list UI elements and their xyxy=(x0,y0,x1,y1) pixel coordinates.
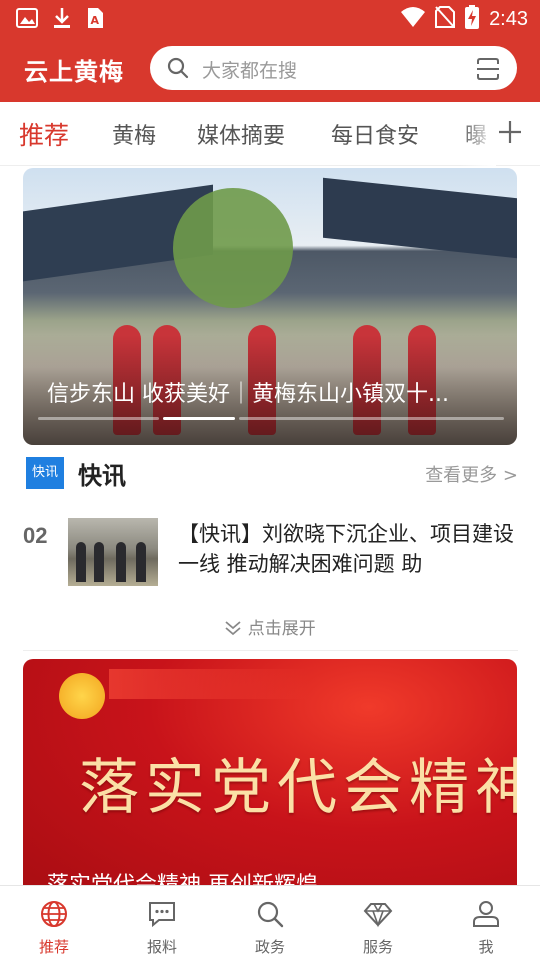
nav-label: 报料 xyxy=(146,938,177,956)
image-icon xyxy=(16,8,38,32)
download-icon xyxy=(52,7,72,33)
news-number: 02 xyxy=(23,523,48,548)
nav-recommend[interactable]: 推荐 xyxy=(0,886,108,960)
tabs-fade xyxy=(460,102,496,166)
no-sim-icon xyxy=(435,6,456,32)
user-icon xyxy=(470,898,502,930)
nav-label: 推荐 xyxy=(38,938,69,956)
svg-text:A: A xyxy=(91,14,100,27)
party-emblem-icon xyxy=(59,673,105,719)
nav-government[interactable]: 政务 xyxy=(216,886,324,960)
flash-news-item[interactable]: 02 【快讯】刘欲晓下沉企业、项目建设一线 推动解决困难问题 助 xyxy=(23,515,518,591)
flag-ribbon xyxy=(109,669,309,699)
tab-media-digest[interactable]: 媒体摘要 xyxy=(197,118,285,150)
party-banner[interactable]: 落实党代会精神 落实党代会精神 再创新辉煌 xyxy=(23,659,517,899)
search-placeholder: 大家都在搜 xyxy=(202,60,298,82)
bottom-navigation: 推荐 报料 政务 服务 我 xyxy=(0,885,540,960)
flash-news-header: 快讯 快讯 查看更多 > xyxy=(26,456,518,490)
expand-label: 点击展开 xyxy=(247,619,316,639)
tab-daily-food-safety[interactable]: 每日食安 xyxy=(331,118,419,150)
pagination-dot-active xyxy=(162,417,235,420)
globe-icon xyxy=(38,898,70,930)
divider xyxy=(23,650,518,651)
search-icon xyxy=(166,56,190,84)
diamond-icon xyxy=(362,898,394,930)
battery-charging-icon xyxy=(465,5,480,33)
app-header: 云上黄梅 大家都在搜 xyxy=(0,36,540,102)
wifi-icon xyxy=(401,6,426,32)
flash-title: 快讯 xyxy=(78,462,126,490)
category-tabs: 推荐 黄梅 媒体摘要 每日食安 曝 xyxy=(0,102,540,166)
pagination-dot xyxy=(38,417,159,420)
expand-button[interactable]: 点击展开 xyxy=(0,614,540,639)
news-thumbnail xyxy=(68,518,158,586)
nav-label: 我 xyxy=(478,938,494,956)
chevron-down-icon xyxy=(224,619,247,639)
search-bar[interactable]: 大家都在搜 xyxy=(150,46,517,90)
nav-report[interactable]: 报料 xyxy=(108,886,216,960)
nav-label: 服务 xyxy=(362,938,393,956)
a-icon: A xyxy=(86,7,104,33)
hero-photo-tree xyxy=(173,188,293,308)
nav-label: 政务 xyxy=(254,938,285,956)
chat-icon xyxy=(146,898,178,930)
tab-recommend[interactable]: 推荐 xyxy=(19,116,69,152)
tab-huangmei[interactable]: 黄梅 xyxy=(112,118,156,150)
pagination-dot xyxy=(238,417,504,420)
nav-me[interactable]: 我 xyxy=(432,886,540,960)
hero-banner[interactable]: 信步东山 收获美好｜黄梅东山小镇双十... xyxy=(23,168,517,445)
view-more-link[interactable]: 查看更多 > xyxy=(425,461,518,487)
scan-icon[interactable] xyxy=(475,56,501,86)
hero-caption: 信步东山 收获美好｜黄梅东山小镇双十... xyxy=(47,382,449,407)
flash-badge: 快讯 xyxy=(26,457,64,489)
hero-photo-building xyxy=(323,177,517,259)
app-title: 云上黄梅 xyxy=(24,58,124,86)
plus-icon[interactable] xyxy=(494,116,526,152)
hero-pagination xyxy=(38,417,504,421)
status-bar: A 2:43 xyxy=(0,0,540,36)
banner-title: 落实党代会精神 xyxy=(79,753,517,823)
news-title: 【快讯】刘欲晓下沉企业、项目建设一线 推动解决困难问题 助 xyxy=(178,522,514,576)
status-time: 2:43 xyxy=(489,7,528,30)
search-icon xyxy=(254,898,286,930)
nav-service[interactable]: 服务 xyxy=(324,886,432,960)
